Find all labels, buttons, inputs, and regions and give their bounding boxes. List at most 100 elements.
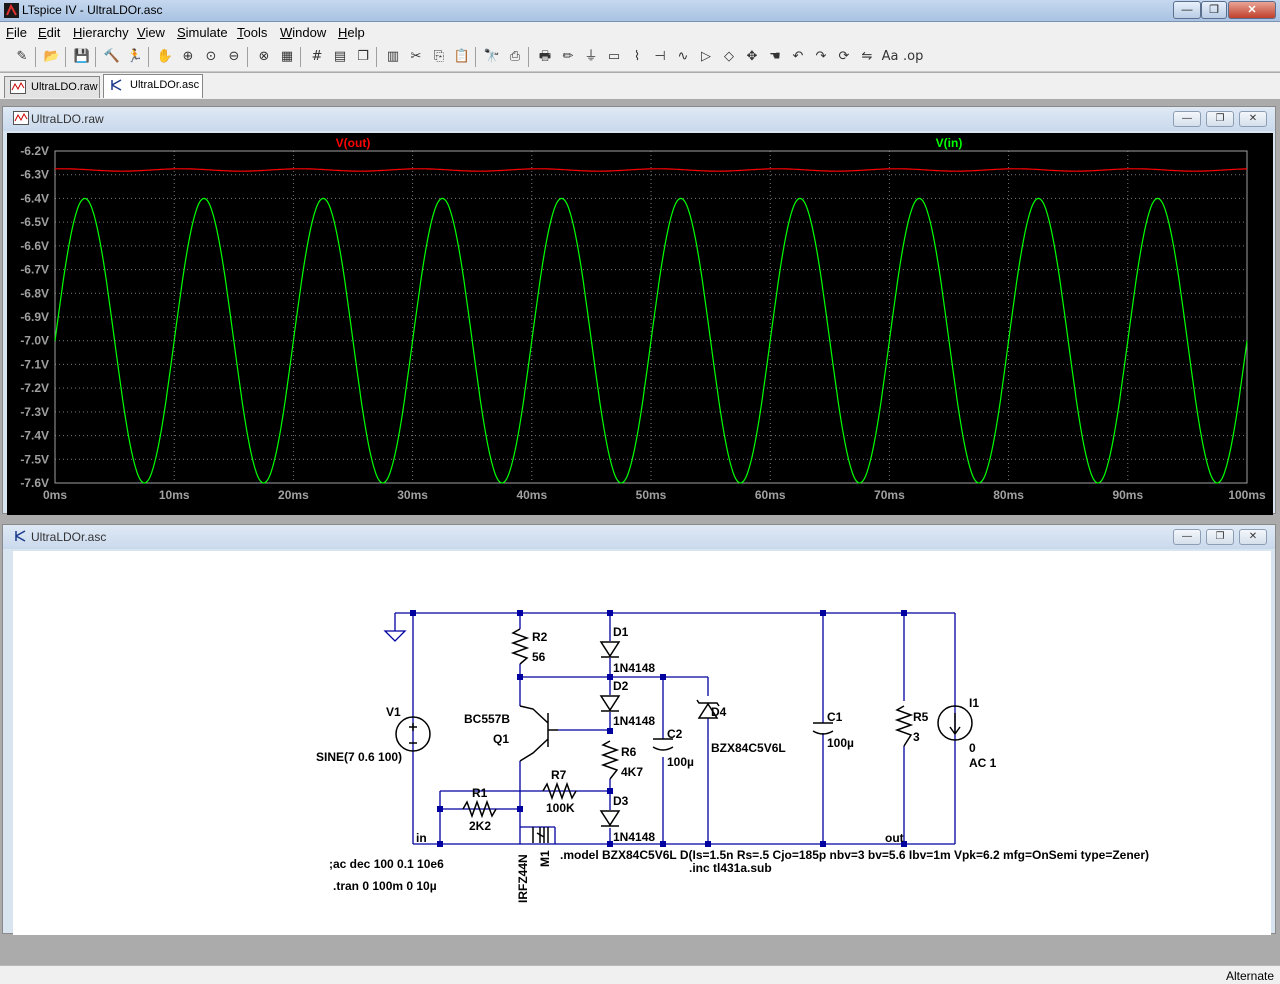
tab-ultraldor-asc[interactable]: UltraLDOr.asc bbox=[103, 74, 203, 98]
legend-vin[interactable]: V(in) bbox=[936, 136, 963, 150]
maximize-button[interactable]: ❐ bbox=[1201, 1, 1227, 19]
minimize-button[interactable]: — bbox=[1173, 1, 1201, 19]
r1-label: R1 bbox=[472, 786, 488, 800]
r6-symbol[interactable] bbox=[600, 740, 620, 780]
ground-button[interactable]: ⏚ bbox=[581, 47, 601, 67]
x-tick-label: 100ms bbox=[1228, 488, 1266, 502]
drag-button[interactable]: ☚ bbox=[765, 47, 785, 67]
spice-directive-button[interactable]: .op bbox=[903, 47, 923, 67]
autorange-button[interactable]: ▦ bbox=[277, 47, 297, 67]
menu-help[interactable]: Help bbox=[338, 25, 365, 40]
mirror-button[interactable]: ⇋ bbox=[857, 47, 877, 67]
tile-horizontal-button[interactable]: ▤ bbox=[330, 47, 350, 67]
label-icon: ▭ bbox=[607, 49, 621, 64]
zoom-in-button[interactable]: ⊕ bbox=[178, 47, 198, 67]
waveform-minimize-button[interactable]: — bbox=[1173, 111, 1201, 127]
cut-button[interactable]: ✂ bbox=[406, 47, 426, 67]
paste-button[interactable]: 📋 bbox=[452, 47, 472, 67]
label-button[interactable]: ▭ bbox=[604, 47, 624, 67]
wire-button[interactable]: ✏ bbox=[558, 47, 578, 67]
c2-label: C2 bbox=[667, 727, 683, 741]
resistor-button[interactable]: ⌇ bbox=[627, 47, 647, 67]
redo-button[interactable]: ↷ bbox=[811, 47, 831, 67]
capacitor-button[interactable]: ⊣ bbox=[650, 47, 670, 67]
m1-model: IRFZ44N bbox=[516, 854, 530, 903]
i1-label: I1 bbox=[969, 696, 979, 710]
waveform-window: UltraLDO.raw — ❐ ✕ -6.2V -6.3V -6.4V -6.5V -… bbox=[2, 106, 1276, 515]
tile-vertical-button[interactable]: ▥ bbox=[383, 47, 403, 67]
undo-button[interactable]: ↶ bbox=[788, 47, 808, 67]
zoom-out-button[interactable]: ⊖ bbox=[224, 47, 244, 67]
menu-hierarchy[interactable]: Hierarchy bbox=[73, 25, 129, 40]
new-schematic-button[interactable]: ✎ bbox=[12, 47, 32, 67]
find-button[interactable]: 🔭 bbox=[482, 47, 502, 67]
c1-symbol[interactable] bbox=[812, 722, 834, 735]
schematic-close-button[interactable]: ✕ bbox=[1239, 529, 1267, 545]
rotate-button[interactable]: ⟳ bbox=[834, 47, 854, 67]
ac-directive[interactable]: ;ac dec 100 0.1 10e6 bbox=[329, 857, 444, 871]
q1-label: Q1 bbox=[493, 732, 509, 746]
schematic-drawing[interactable]: V1 SINE(7 0.6 100) R2 56 D1 1N4148 D2 1N… bbox=[13, 551, 1271, 935]
r5-symbol[interactable] bbox=[894, 705, 914, 747]
zoom-full-button[interactable]: ⊙ bbox=[201, 47, 221, 67]
tran-directive[interactable]: .tran 0 100m 0 10µ bbox=[333, 879, 437, 893]
x-tick-label: 60ms bbox=[755, 488, 786, 502]
schematic-minimize-button[interactable]: — bbox=[1173, 529, 1201, 545]
cascade-button[interactable]: ❐ bbox=[353, 47, 373, 67]
r2-symbol[interactable] bbox=[510, 628, 530, 665]
waveform-close-button[interactable]: ✕ bbox=[1239, 111, 1267, 127]
tab-ultraldo-raw[interactable]: UltraLDO.raw bbox=[4, 76, 100, 98]
ground-icon: ⏚ bbox=[584, 49, 598, 64]
save-button[interactable]: 💾 bbox=[72, 47, 92, 67]
model-directive[interactable]: .model BZX84C5V6L D(Is=1.5n Rs=.5 Cjo=18… bbox=[560, 848, 1149, 862]
q1-transistor-symbol[interactable] bbox=[519, 705, 558, 762]
inc-directive[interactable]: .inc tl431a.sub bbox=[689, 861, 772, 875]
print-icon: 🖶 bbox=[538, 49, 552, 64]
copy-button[interactable]: ⎘ bbox=[429, 47, 449, 67]
grid-icon: # bbox=[311, 49, 323, 64]
pan-button[interactable]: ✋ bbox=[155, 47, 175, 67]
schematic-restore-button[interactable]: ❐ bbox=[1206, 529, 1234, 545]
zoom-full-icon: ⊙ bbox=[205, 49, 217, 64]
zoom-cancel-button[interactable]: ⊗ bbox=[254, 47, 274, 67]
open-button[interactable]: 📂 bbox=[42, 47, 62, 67]
r6-label: R6 bbox=[621, 745, 637, 759]
toolbar-separator bbox=[35, 47, 36, 67]
text-icon: Aa bbox=[881, 49, 899, 64]
y-tick-label: -7.5V bbox=[20, 452, 49, 466]
schematic-window-title: UltraLDOr.asc bbox=[31, 530, 107, 544]
inductor-button[interactable]: ∿ bbox=[673, 47, 693, 67]
d1-symbol[interactable] bbox=[599, 641, 621, 658]
series-line-vin[interactable] bbox=[54, 197, 1248, 484]
series-line-vout[interactable] bbox=[54, 168, 1247, 172]
junction-dots bbox=[410, 610, 907, 847]
menu-tools[interactable]: Tools bbox=[237, 25, 267, 40]
component-button[interactable]: ◇ bbox=[719, 47, 739, 67]
move-button[interactable]: ✥ bbox=[742, 47, 762, 67]
menu-view[interactable]: View bbox=[137, 25, 165, 40]
m1-mosfet-symbol[interactable] bbox=[532, 827, 549, 843]
text-button[interactable]: Aa bbox=[880, 47, 900, 67]
run-button[interactable]: 🏃 bbox=[125, 47, 145, 67]
print-button[interactable]: 🖶 bbox=[535, 47, 555, 67]
menu-edit[interactable]: Edit bbox=[38, 25, 60, 40]
schematic-canvas[interactable]: V1 SINE(7 0.6 100) R2 56 D1 1N4148 D2 1N… bbox=[13, 551, 1271, 935]
close-button[interactable]: ✕ bbox=[1228, 1, 1276, 19]
control-panel-button[interactable]: 🔨 bbox=[102, 47, 122, 67]
waveform-chart[interactable]: -6.2V -6.3V -6.4V -6.5V -6.6V -6.7V -6.8V -6.9V… bbox=[7, 133, 1273, 515]
waveform-plot[interactable]: -6.2V -6.3V -6.4V -6.5V -6.6V -6.7V -6.8V -6.9V… bbox=[7, 133, 1273, 515]
legend-vout[interactable]: V(out) bbox=[336, 136, 371, 150]
x-tick-label: 10ms bbox=[159, 488, 190, 502]
grid-button[interactable]: # bbox=[307, 47, 327, 67]
toolbar-separator bbox=[65, 47, 66, 67]
print-preview-button[interactable]: ⎙ bbox=[505, 47, 525, 67]
diode-button[interactable]: ▷ bbox=[696, 47, 716, 67]
menu-file[interactable]: File bbox=[6, 25, 27, 40]
d3-symbol[interactable] bbox=[599, 810, 621, 827]
d2-symbol[interactable] bbox=[599, 695, 621, 712]
waveform-restore-button[interactable]: ❐ bbox=[1206, 111, 1234, 127]
undo-icon: ↶ bbox=[792, 49, 804, 64]
open-icon: 📂 bbox=[43, 49, 61, 64]
menu-window[interactable]: Window bbox=[280, 25, 326, 40]
menu-simulate[interactable]: Simulate bbox=[177, 25, 228, 40]
